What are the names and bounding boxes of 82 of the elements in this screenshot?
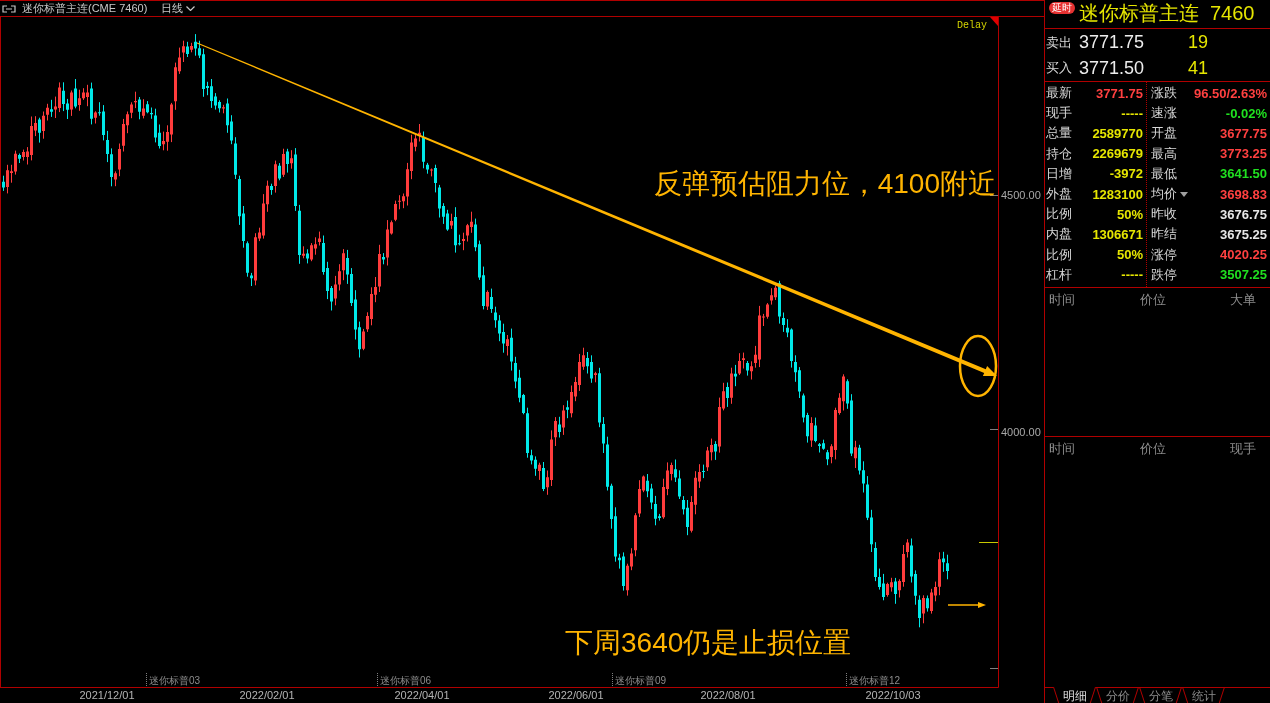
stat-label: 内盘	[1046, 225, 1072, 244]
corner-triangle-icon	[990, 17, 998, 26]
view-tab[interactable]: 分价	[1096, 687, 1139, 703]
view-tab[interactable]: 统计	[1182, 687, 1225, 703]
stat-label: 跌停	[1151, 265, 1177, 284]
view-tab[interactable]: 明细	[1053, 687, 1096, 703]
column-header: 现手	[1229, 440, 1256, 458]
date-label: 2022/08/01	[700, 689, 756, 701]
date-label: 2022/04/01	[394, 689, 450, 701]
date-label: 2021/12/01	[79, 689, 135, 701]
order-label: 卖出	[1046, 33, 1073, 52]
stat-label: 涨停	[1151, 245, 1177, 264]
date-label: 2022/02/01	[239, 689, 295, 701]
date-label: 2022/10/03	[865, 689, 921, 701]
stat-label: 涨跌	[1151, 84, 1177, 103]
chart-title: 迷你标普主连(CME 7460)	[22, 2, 148, 15]
stat-value: 4020.25	[1220, 247, 1267, 263]
stat-value: 2589770	[1092, 125, 1143, 141]
column-header: 价位	[1138, 440, 1167, 458]
stat-value: 2269679	[1092, 146, 1143, 162]
stat-value: -3972	[1109, 166, 1143, 182]
column-header: 时间	[1049, 291, 1076, 309]
instrument-code: 7460	[1210, 1, 1255, 26]
stat-value: 50%	[1116, 206, 1143, 222]
stat-label: 外盘	[1046, 185, 1072, 204]
stat-value: 3641.50	[1220, 166, 1267, 182]
stat-label: 现手	[1046, 104, 1072, 123]
caret-icon[interactable]	[1180, 191, 1188, 197]
link-icon	[2, 4, 16, 13]
axis-label: 4000.00	[1001, 426, 1041, 438]
stat-value: 50%	[1116, 247, 1143, 263]
order-volume: 19	[1188, 32, 1210, 54]
stat-value: 96.50/2.63%	[1194, 85, 1267, 101]
stat-label: 均价	[1151, 185, 1177, 204]
date-label: 2022/06/01	[548, 689, 604, 701]
stat-label: 总量	[1046, 124, 1072, 143]
arrow-icon	[948, 602, 986, 608]
order-price: 3771.75	[1079, 32, 1146, 54]
stat-value: 3773.25	[1220, 146, 1267, 162]
stat-value: 3771.75	[1096, 85, 1143, 101]
chevron-down-icon	[186, 6, 196, 11]
contract-label: 迷你标普06	[380, 675, 432, 686]
stat-label: 持仓	[1046, 144, 1072, 163]
column-header: 大单	[1229, 291, 1256, 309]
order-label: 买入	[1046, 59, 1073, 78]
stat-value: -----	[1121, 267, 1143, 283]
stat-value: 1306671	[1092, 226, 1143, 242]
stat-value: 3507.25	[1220, 267, 1267, 283]
stat-label: 最新	[1046, 84, 1072, 103]
column-header: 时间	[1049, 440, 1076, 458]
stat-value: 3698.83	[1220, 186, 1267, 202]
contract-label: 迷你标普12	[849, 675, 901, 686]
stat-label: 比例	[1046, 205, 1072, 224]
order-price: 3771.50	[1079, 57, 1146, 79]
delay-badge: 延时	[1049, 2, 1075, 14]
stat-label: 开盘	[1151, 124, 1177, 143]
stat-value: -0.02%	[1225, 105, 1267, 121]
stat-label: 速涨	[1151, 104, 1177, 123]
ellipse-mark	[958, 334, 998, 398]
contract-label: 迷你标普03	[149, 675, 201, 686]
order-volume: 41	[1188, 57, 1210, 79]
stat-label: 比例	[1046, 245, 1072, 264]
annotation-text: 下周3640仍是止损位置	[565, 627, 852, 658]
stat-value: 3677.75	[1220, 125, 1267, 141]
stat-value: 1283100	[1092, 186, 1143, 202]
view-tab[interactable]: 分笔	[1139, 687, 1182, 703]
stat-value: 3675.25	[1220, 226, 1267, 242]
axis-label: 4500.00	[1001, 189, 1041, 201]
instrument-name: 迷你标普主连	[1079, 1, 1199, 26]
stat-label: 最低	[1151, 164, 1177, 183]
stat-value: -----	[1121, 105, 1143, 121]
contract-label: 迷你标普09	[615, 675, 667, 686]
column-header: 价位	[1138, 291, 1167, 309]
delay-label: Delay	[957, 20, 987, 31]
stat-label: 昨结	[1151, 225, 1177, 244]
stat-label: 最高	[1151, 144, 1177, 163]
stat-label: 昨收	[1151, 205, 1177, 224]
annotation-text: 反弹预估阻力位，4100附近	[653, 168, 996, 199]
stat-value: 3676.75	[1220, 206, 1267, 222]
stat-label: 杠杆	[1046, 265, 1072, 284]
stat-label: 日增	[1046, 164, 1072, 183]
period-dropdown[interactable]: 日线	[161, 2, 196, 15]
